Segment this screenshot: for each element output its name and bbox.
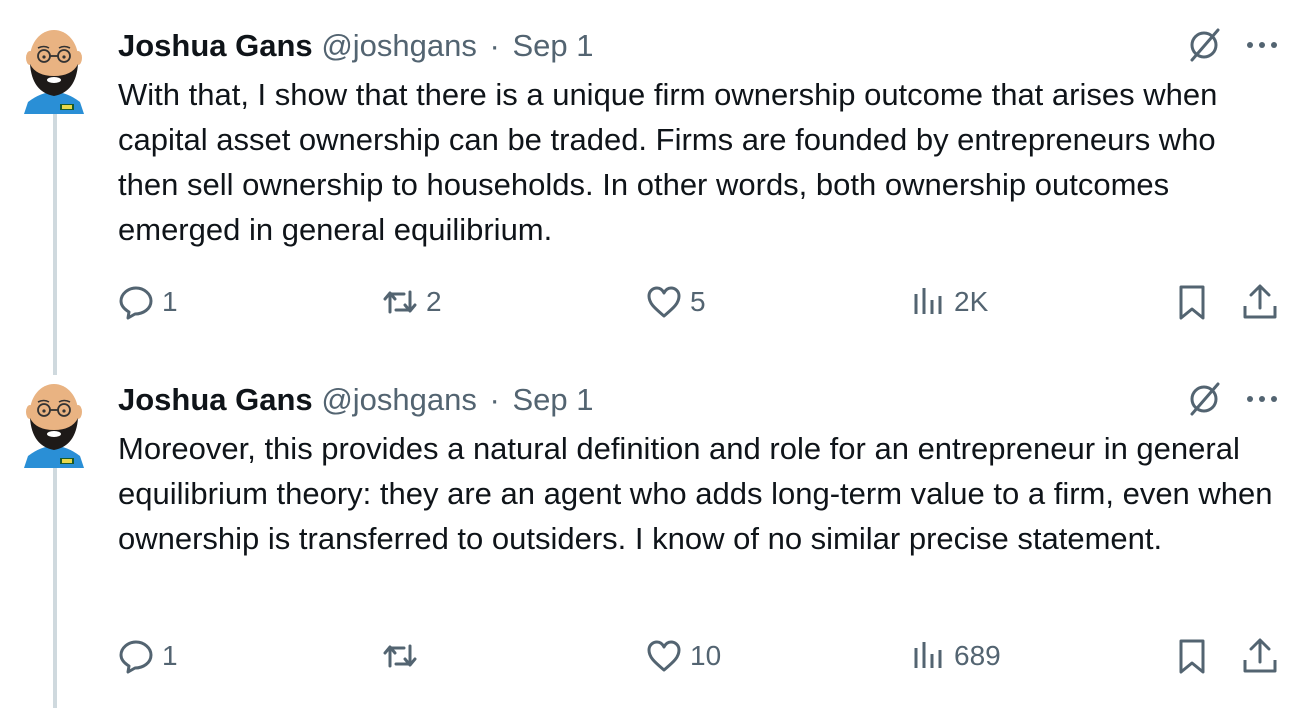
tweet-header: Joshua Gans @joshgans · Sep 1: [118, 26, 593, 66]
avatar[interactable]: [14, 376, 94, 468]
header-separator: ·: [489, 28, 500, 63]
tweet-actions: 1 2 5 2K: [0, 277, 1308, 327]
reply-button[interactable]: 1: [116, 631, 178, 681]
more-icon[interactable]: [1242, 24, 1282, 64]
like-icon: [647, 640, 681, 672]
tweet-date[interactable]: Sep 1: [512, 28, 593, 63]
reply-count: 1: [162, 286, 178, 317]
header-separator: ·: [489, 382, 500, 417]
tweet-text: With that, I show that there is a unique…: [118, 77, 1218, 247]
tweet-header: Joshua Gans @joshgans · Sep 1: [118, 380, 593, 420]
more-icon[interactable]: [1242, 378, 1282, 418]
repost-button[interactable]: 2: [380, 277, 442, 327]
author-handle[interactable]: @joshgans: [321, 382, 477, 417]
like-button[interactable]: 5: [644, 277, 706, 327]
reply-count: 1: [162, 640, 178, 671]
like-count: 5: [690, 286, 706, 317]
bookmark-icon: [1179, 285, 1205, 320]
tweet-actions: 1 10 689: [0, 631, 1308, 681]
bookmark-button[interactable]: [1172, 631, 1212, 681]
author-name[interactable]: Joshua Gans: [118, 28, 313, 63]
views-count: 2K: [954, 286, 989, 317]
grok-icon[interactable]: [1184, 24, 1224, 64]
share-button[interactable]: [1240, 631, 1280, 681]
views-icon: [914, 288, 942, 314]
avatar[interactable]: [14, 22, 94, 114]
repost-icon: [383, 290, 417, 314]
views-count: 689: [954, 640, 1001, 671]
bookmark-button[interactable]: [1172, 277, 1212, 327]
tweet[interactable]: Joshua Gans @joshgans · Sep 1 Moreover, …: [0, 354, 1308, 708]
like-button[interactable]: 10: [644, 631, 721, 681]
views-button[interactable]: 2K: [908, 277, 988, 327]
author-handle[interactable]: @joshgans: [321, 28, 477, 63]
repost-button[interactable]: [380, 631, 426, 681]
reply-button[interactable]: 1: [116, 277, 178, 327]
tweet-date[interactable]: Sep 1: [512, 382, 593, 417]
share-icon: [1243, 284, 1277, 319]
like-icon: [647, 286, 681, 318]
repost-icon: [383, 644, 417, 668]
tweet-text: Moreover, this provides a natural defini…: [118, 431, 1273, 556]
share-button[interactable]: [1240, 277, 1280, 327]
reply-icon: [119, 286, 153, 320]
author-name[interactable]: Joshua Gans: [118, 382, 313, 417]
views-icon: [914, 642, 942, 668]
grok-icon[interactable]: [1184, 378, 1224, 418]
bookmark-icon: [1179, 639, 1205, 674]
views-button[interactable]: 689: [908, 631, 1001, 681]
reply-icon: [119, 640, 153, 674]
repost-count: 2: [426, 286, 442, 317]
like-count: 10: [690, 640, 722, 671]
share-icon: [1243, 638, 1277, 673]
tweet[interactable]: Joshua Gans @joshgans · Sep 1 With that,…: [0, 0, 1308, 354]
